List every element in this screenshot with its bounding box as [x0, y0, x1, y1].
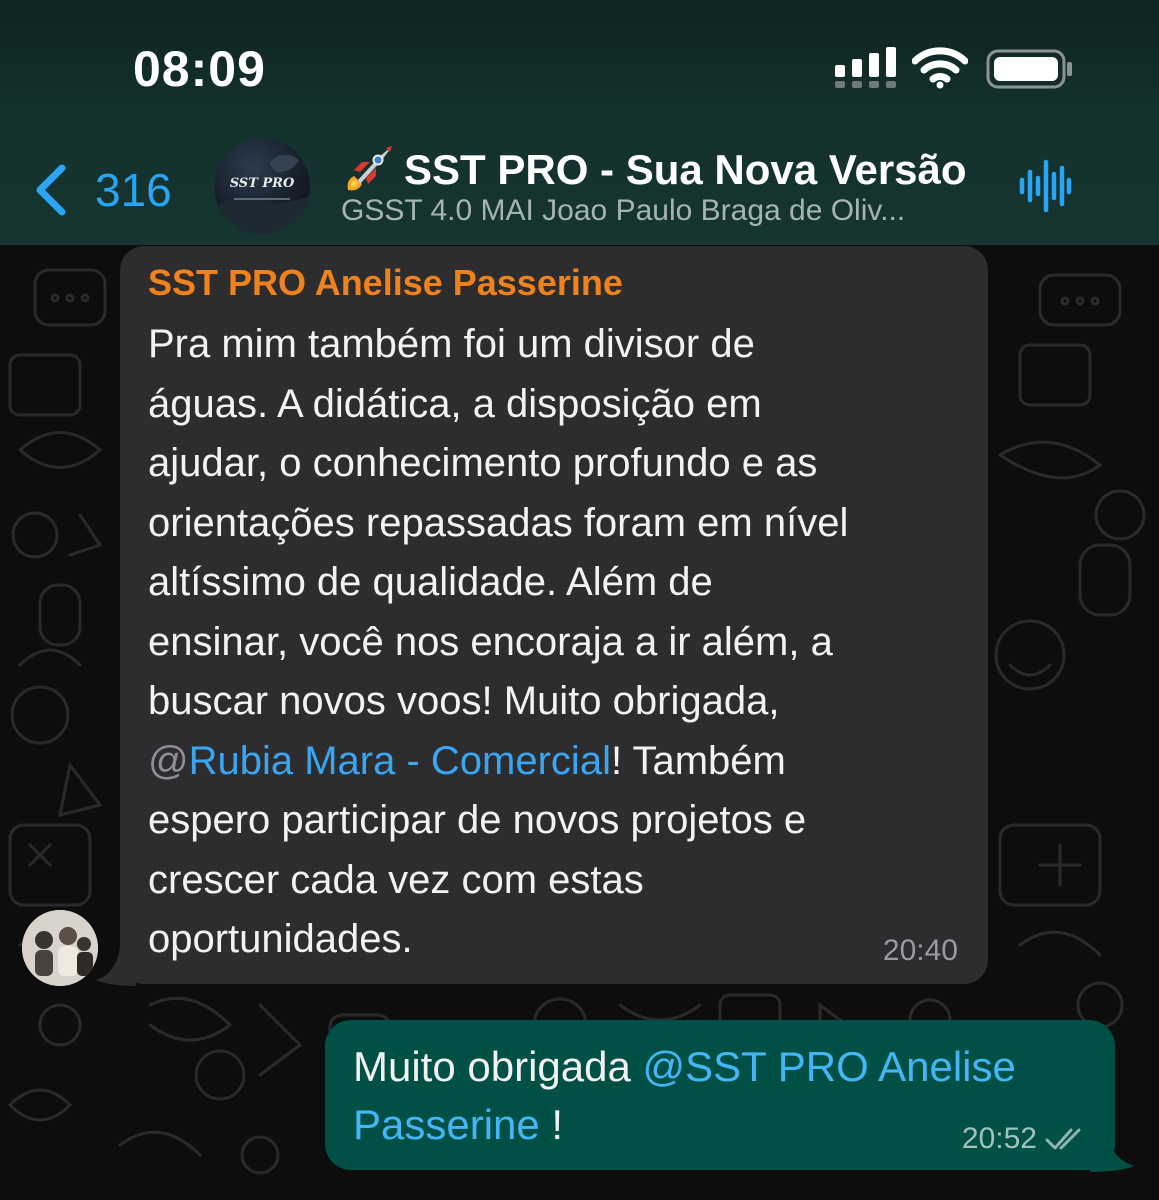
group-avatar-logo: SST PRO [229, 176, 295, 191]
chat-subtitle: GSST 4.0 MAI Joao Paulo Braga de Oliv... [341, 194, 906, 227]
outgoing-message-bubble[interactable]: Muito obrigada @SST PRO Anelise Passerine… [325, 1020, 1115, 1170]
message-line: buscar novos voos! Muito obrigada, [148, 679, 780, 723]
message-timestamp: 20:52 [961, 1122, 1037, 1155]
message-timestamp: 20:40 [882, 934, 958, 967]
chat-title[interactable]: SST PRO - Sua Nova Versão [340, 142, 967, 198]
mention-link[interactable]: @SST PRO Anelise [643, 1043, 1016, 1090]
message-text: Pra mim também foi um divisor de águas. … [148, 315, 960, 970]
message-line: ensinar, você nos encoraja a ir além, a [148, 619, 833, 664]
message-text-segment: ! [539, 1101, 564, 1148]
message-line: crescer cada vez com estas [148, 857, 644, 902]
cellular-signal-icon [835, 47, 896, 88]
sender-name[interactable]: SST PRO Anelise Passerine [148, 260, 960, 306]
message-line: águas. A didática, a disposição em [148, 381, 762, 426]
message-text-segment: Muito obrigada [353, 1043, 643, 1090]
message-line: orientações repassadas foram em nível [148, 500, 849, 545]
sender-avatar[interactable] [22, 910, 98, 986]
mention-link[interactable]: Rubia Mara - Comercial [189, 739, 611, 783]
message-line: altíssimo de qualidade. Além de [148, 560, 713, 604]
status-time: 08:09 [133, 41, 266, 97]
chevron-left-icon [36, 164, 66, 216]
mention-link[interactable]: Passerine [353, 1101, 540, 1148]
mention-at-sign: @ [148, 738, 189, 783]
double-check-icon [1045, 1128, 1081, 1150]
battery-icon [986, 49, 1072, 89]
message-line: @Rubia Mara - Comercial! Também [148, 732, 960, 792]
incoming-message-bubble[interactable]: SST PRO Anelise Passerine Pra mim também… [120, 246, 988, 984]
voice-chat-icon[interactable] [1018, 158, 1072, 214]
message-line: espero participar de novos projetos e [148, 798, 807, 842]
message-line: Pra mim também foi um divisor de [148, 322, 755, 366]
unread-count: 316 [95, 164, 172, 216]
back-button[interactable]: 316 [30, 155, 172, 225]
chat-title-text: SST PRO - Sua Nova Versão [404, 146, 967, 193]
chat-area[interactable]: SST PRO Anelise Passerine Pra mim também… [0, 245, 1159, 1200]
message-text-segment: ! Também [610, 738, 786, 783]
rocket-icon [347, 146, 392, 191]
outgoing-message-meta: 20:52 [962, 1122, 1089, 1156]
top-bar: 08:09 316 SST PRO SST PRO - Sua Nova Ver… [0, 0, 1159, 245]
sender-avatar-photo [22, 910, 98, 986]
group-avatar[interactable]: SST PRO [214, 138, 310, 234]
message-line: ajudar, o conhecimento profundo e as [148, 441, 818, 485]
message-line: oportunidades. [148, 917, 413, 961]
wifi-icon [912, 47, 968, 89]
